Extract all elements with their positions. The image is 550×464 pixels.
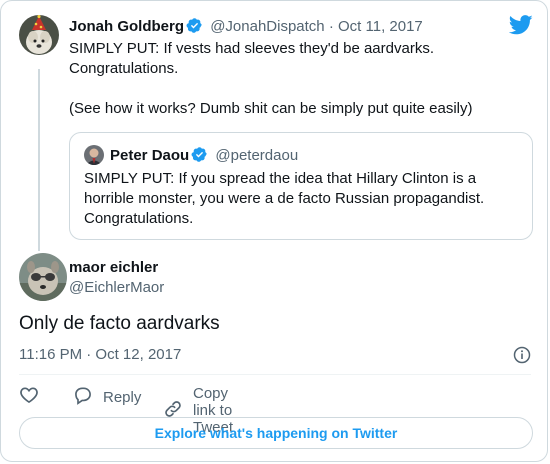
quoted-tweet[interactable]: Peter Daou @peterdaou SIMPLY PUT: If you…: [69, 132, 533, 240]
tweet-embed-card: Jonah Goldberg @JonahDispatch · Oct 11, …: [0, 0, 548, 462]
verified-badge-icon: [186, 17, 203, 38]
avatar-peter-daou: [84, 145, 104, 165]
reply-author-name[interactable]: maor eichler: [69, 259, 158, 276]
heart-icon: [19, 385, 39, 409]
dot-separator: ·: [328, 18, 334, 35]
original-tweet-text: SIMPLY PUT: If vests had sleeves they'd …: [69, 40, 473, 117]
speech-bubble-icon: [73, 385, 93, 409]
divider: [19, 374, 531, 375]
quoted-author-handle: @peterdaou: [215, 147, 299, 164]
author-handle[interactable]: @JonahDispatch: [210, 18, 324, 35]
like-button[interactable]: [19, 385, 39, 409]
avatar-jonah-goldberg[interactable]: [19, 15, 59, 55]
avatar-maor-eichler[interactable]: [19, 253, 67, 301]
twitter-bird-icon[interactable]: [508, 15, 533, 40]
quoted-tweet-text: SIMPLY PUT: If you spread the idea that …: [84, 170, 485, 227]
thread-connector-line: [38, 69, 40, 251]
explore-twitter-button[interactable]: Explore what's happening on Twitter: [19, 417, 533, 449]
quoted-tweet-header: Peter Daou @peterdaou: [110, 146, 298, 167]
tweet-date[interactable]: Oct 11, 2017: [338, 18, 423, 35]
reply-label: Reply: [103, 388, 142, 406]
reply-author-name-text: maor eichler: [69, 259, 159, 276]
reply-timestamp[interactable]: 11:16 PM · Oct 12, 2017: [19, 346, 181, 363]
reply-button[interactable]: Reply: [73, 385, 141, 409]
quoted-author-name: Peter Daou: [110, 147, 190, 164]
reply-author-handle[interactable]: @EichlerMaor: [69, 279, 164, 296]
verified-badge-icon: [191, 146, 208, 167]
original-tweet-header: Jonah Goldberg @JonahDispatch · Oct 11, …: [69, 17, 423, 38]
info-icon[interactable]: [513, 346, 531, 369]
reply-tweet-text: Only de facto aardvarks: [19, 313, 220, 334]
author-name[interactable]: Jonah Goldberg: [69, 18, 184, 35]
